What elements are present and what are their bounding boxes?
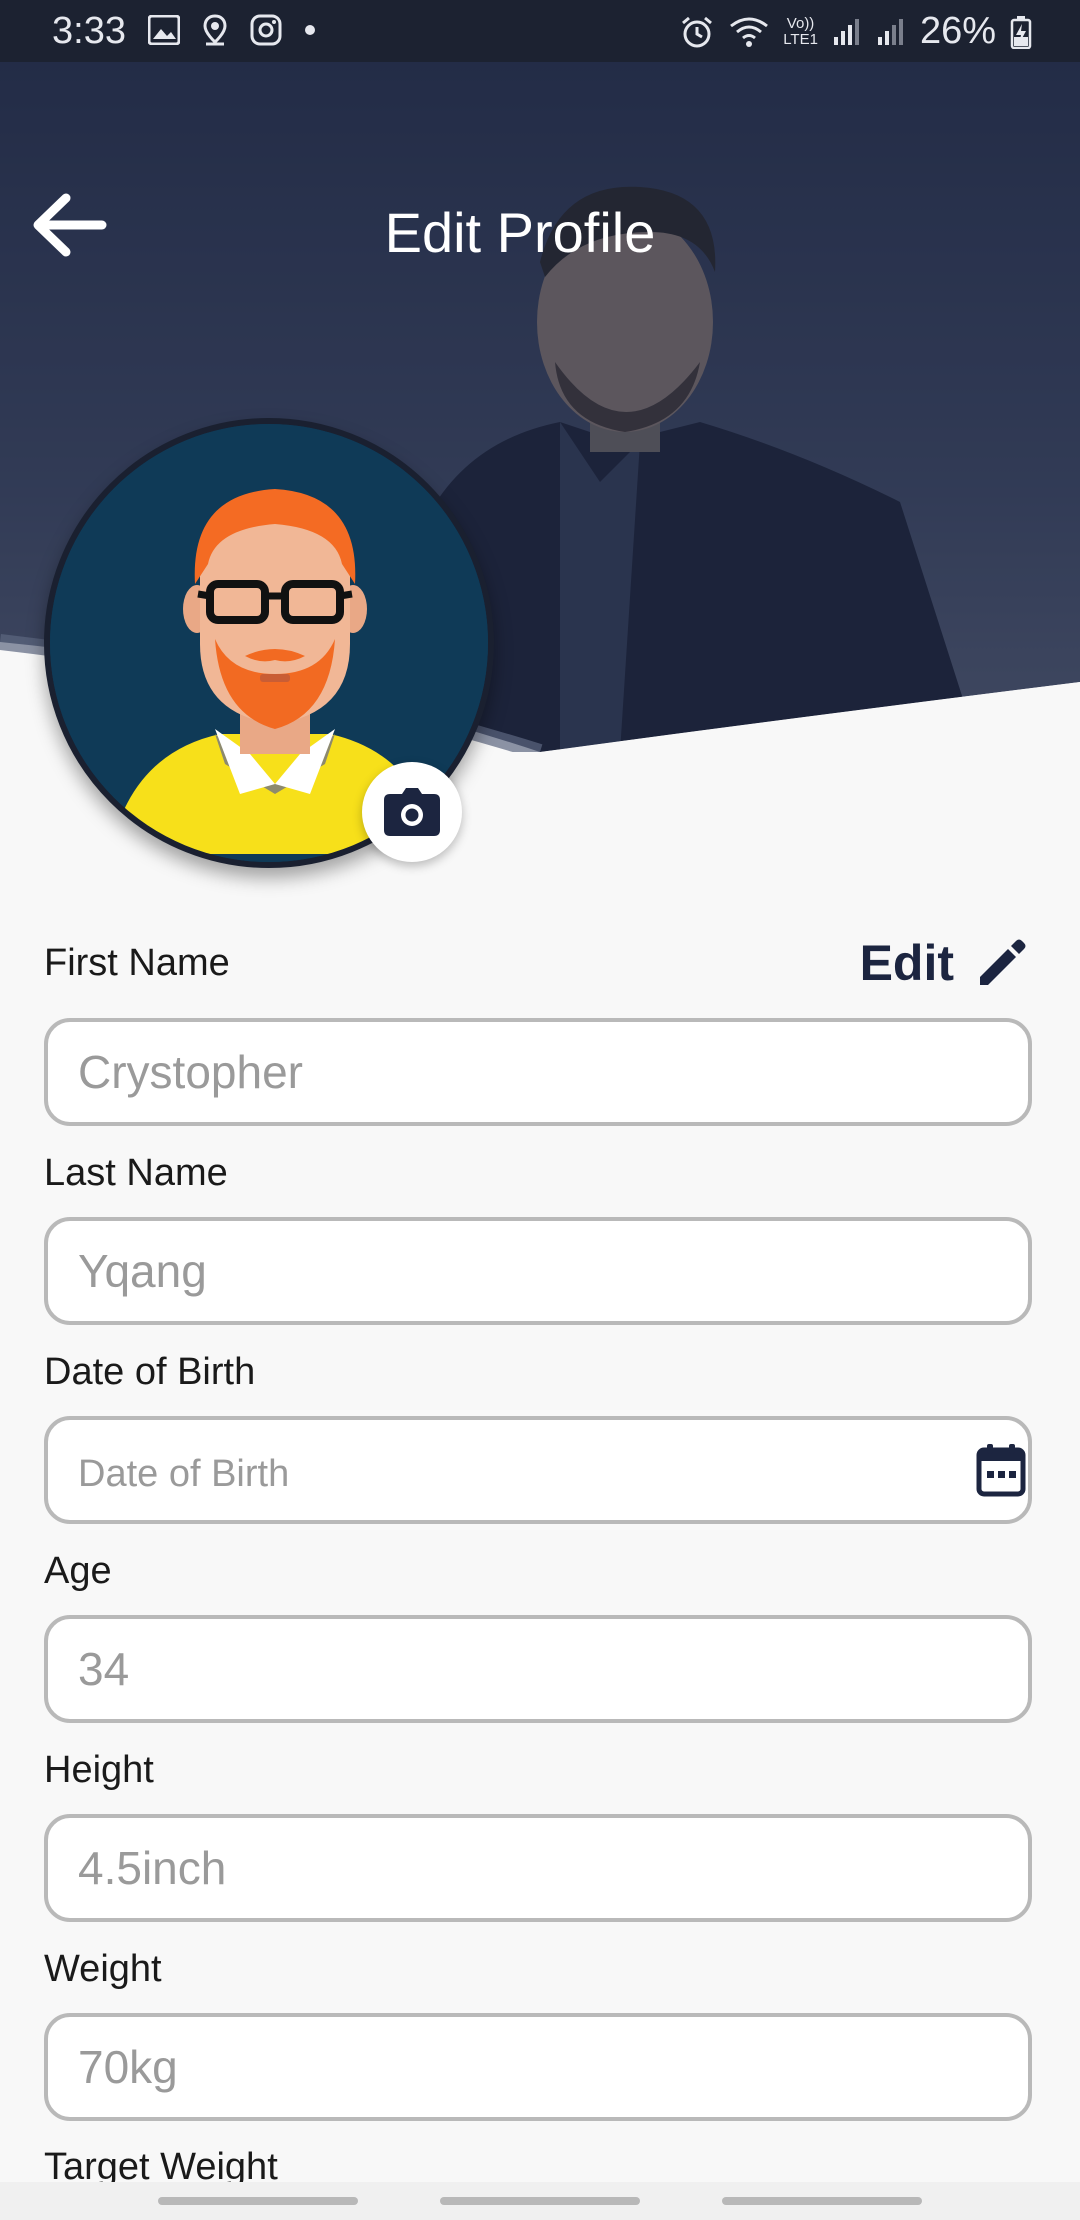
date-of-birth-label: Date of Birth [44,1351,256,1393]
status-time: 3:33 [52,10,126,52]
height-input[interactable] [44,1814,1032,1922]
instagram-icon [250,14,282,46]
page-title: Edit Profile [384,201,656,264]
pencil-icon [980,939,1026,985]
last-name-label: Last Name [44,1152,228,1194]
battery-percentage: 26% [919,10,996,52]
date-of-birth-input[interactable] [44,1416,1032,1524]
system-navigation-bar [0,2182,1080,2220]
edit-button[interactable]: Edit [860,934,1028,992]
nav-back-button[interactable] [722,2197,922,2205]
nav-recents-button[interactable] [158,2197,358,2205]
weight-label: Weight [44,1948,162,1990]
calendar-icon[interactable] [976,1443,1026,1497]
age-label: Age [44,1550,112,1592]
first-name-label: First Name [44,942,230,984]
weight-input[interactable] [44,2013,1032,2121]
volte-label: Vo)) [786,14,815,32]
nav-home-button[interactable] [440,2197,640,2205]
volte-indicator: Vo)) LTE1 [783,14,818,48]
signal-2-icon [877,18,903,45]
signal-icon [833,18,859,45]
location-icon [203,14,227,46]
notification-dot-icon [305,25,315,35]
gallery-icon [148,15,180,45]
last-name-input[interactable] [44,1217,1032,1325]
wifi-icon [730,17,769,47]
first-name-input[interactable] [44,1018,1032,1126]
alarm-icon [682,16,713,47]
change-photo-button[interactable] [362,762,462,862]
edit-label: Edit [859,935,954,991]
status-bar: 3:33 Vo)) LTE1 26% [0,0,1080,62]
age-input[interactable] [44,1615,1032,1723]
camera-icon [384,788,440,836]
height-label: Height [44,1749,154,1791]
battery-charging-icon [1010,15,1032,49]
lte-label: LTE1 [783,30,818,48]
